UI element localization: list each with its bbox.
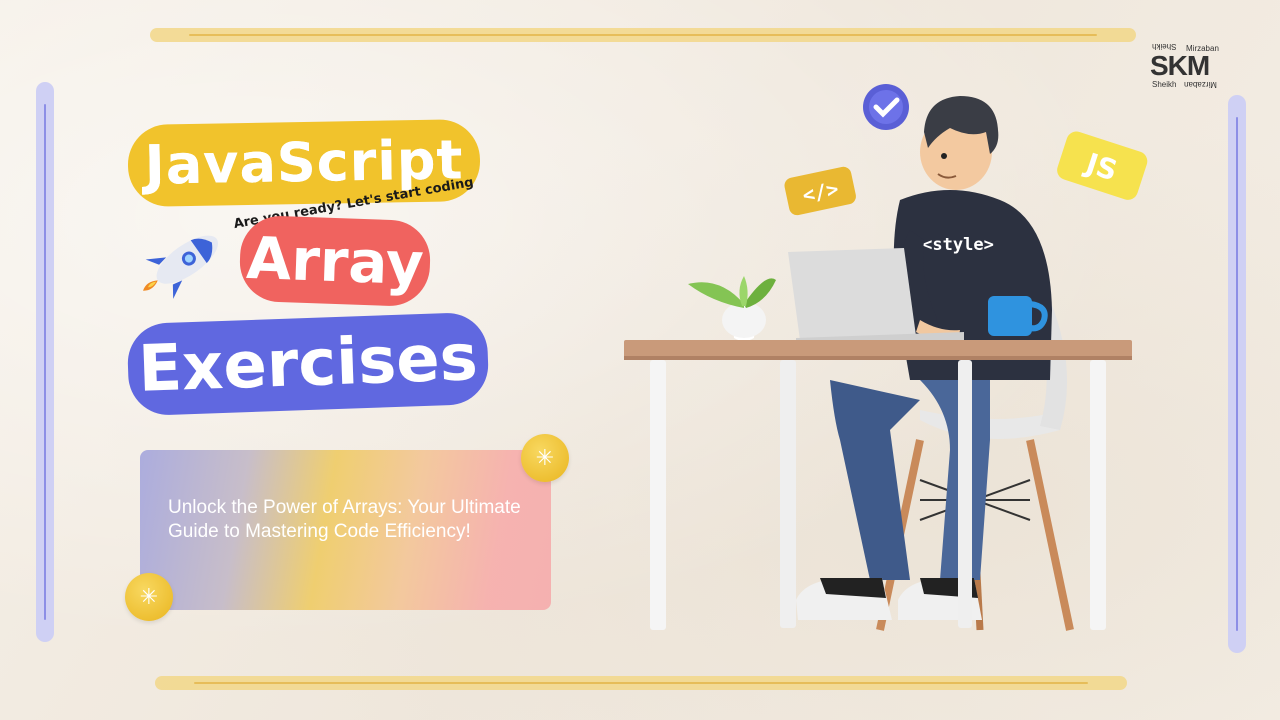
check-icon [863, 84, 909, 130]
sparkle-icon: ✳ [125, 573, 173, 621]
hoodie-text: <style> [922, 235, 994, 255]
top-decorative-bar [150, 28, 1136, 42]
left-decorative-bar [36, 82, 54, 642]
logo-main: SKM [1150, 50, 1210, 81]
js-badge-icon: JS [1057, 131, 1148, 200]
logo: Sheikh Mirzaban SKM Sheikh Mirzaban [1150, 42, 1222, 90]
bottom-decorative-bar [155, 676, 1127, 690]
title-array: Array [238, 214, 432, 308]
developer-illustration: </> JS <style> [624, 84, 1148, 631]
title-exercises: Exercises [126, 311, 490, 417]
logo-bottom-right: Mirzaban [1184, 80, 1217, 89]
card-text: Unlock the Power of Arrays: Your Ultimat… [168, 497, 521, 542]
code-badge-icon: </> [784, 166, 856, 216]
right-decorative-bar [1228, 95, 1246, 653]
sparkle-icon: ✳ [521, 434, 569, 482]
rocket-icon [143, 235, 218, 299]
